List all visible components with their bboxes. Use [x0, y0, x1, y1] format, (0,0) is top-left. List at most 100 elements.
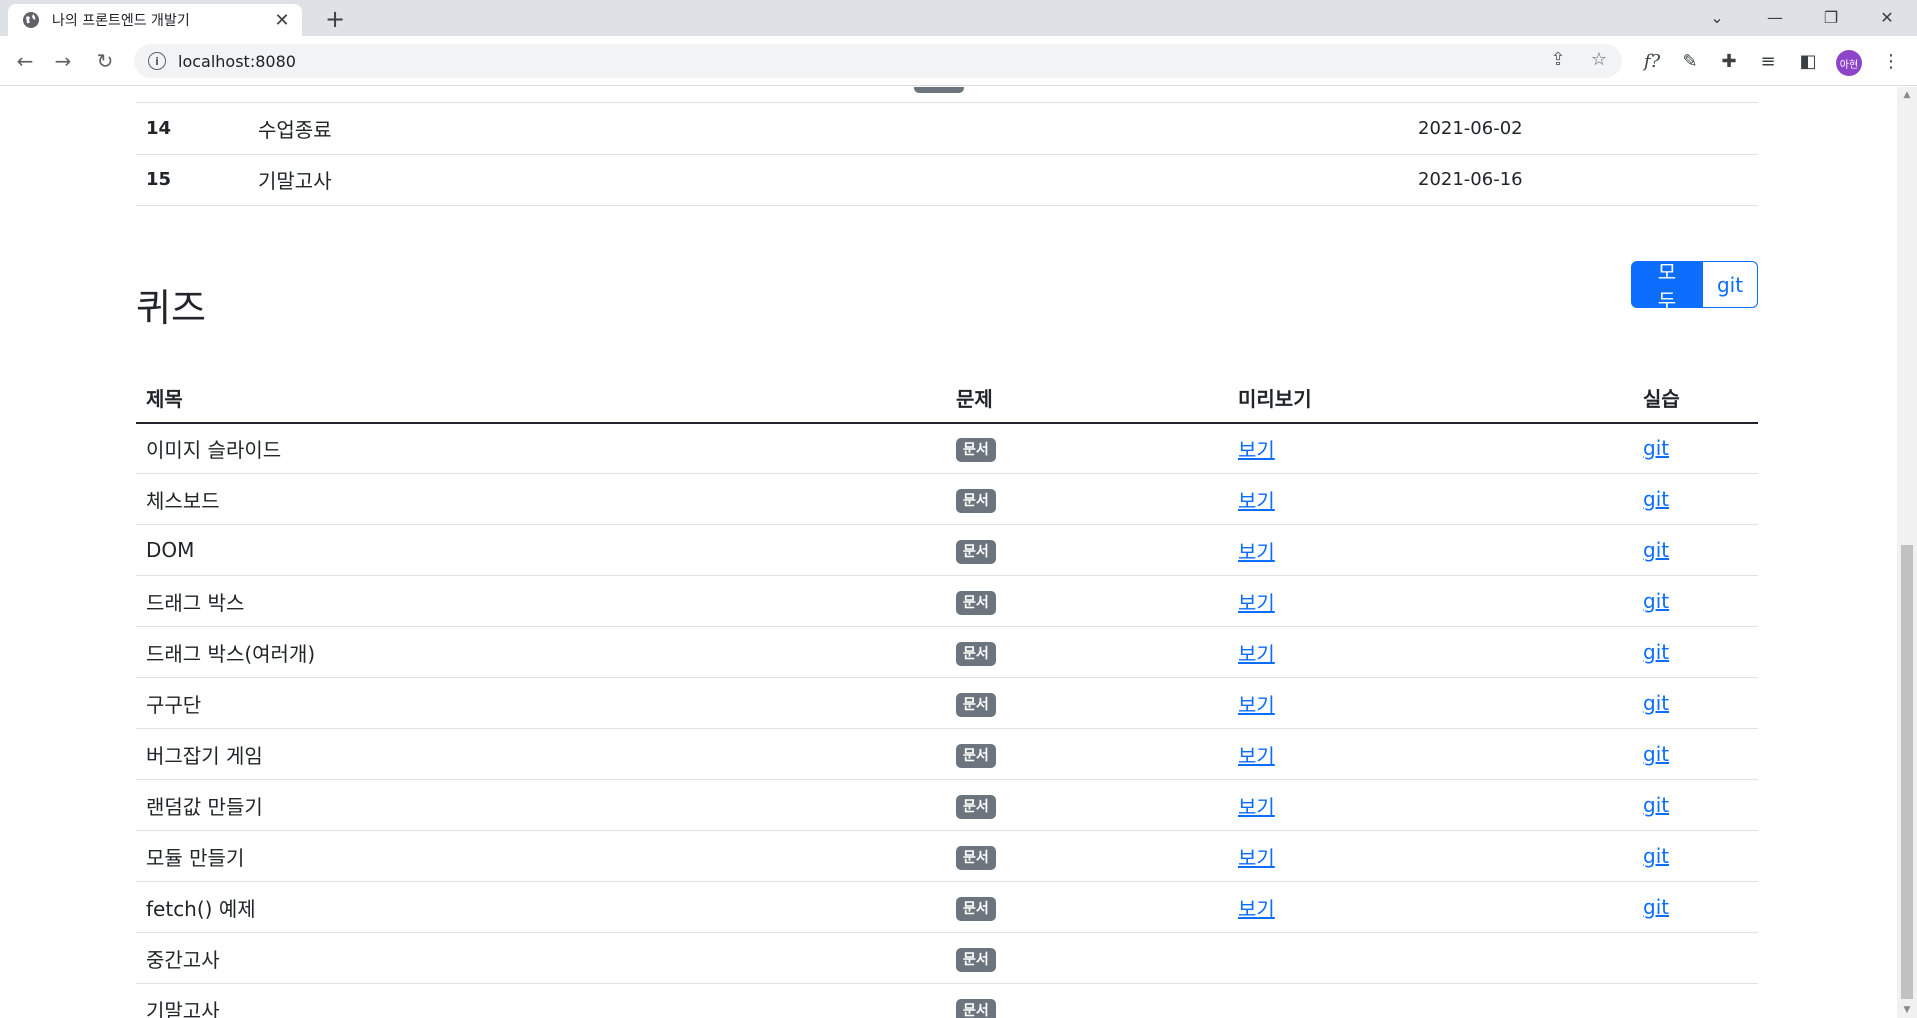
- quiz-title: 랜덤값 만들기: [146, 794, 263, 819]
- doc-badge[interactable]: 문서: [956, 539, 996, 564]
- schedule-row-partial: [136, 87, 1758, 103]
- git-link[interactable]: git: [1643, 487, 1669, 511]
- minimize-icon[interactable]: —: [1746, 0, 1804, 34]
- git-link[interactable]: git: [1643, 691, 1669, 715]
- preview-link[interactable]: 보기: [1238, 642, 1275, 666]
- quiz-filter-group: 모두 git: [1631, 260, 1758, 313]
- preview-link[interactable]: 보기: [1238, 744, 1275, 768]
- doc-badge[interactable]: 문서: [956, 998, 996, 1018]
- doc-badge[interactable]: 문서: [956, 692, 996, 717]
- forward-icon[interactable]: →: [50, 48, 76, 74]
- globe-icon: [22, 11, 40, 29]
- preview-link[interactable]: 보기: [1238, 489, 1275, 513]
- quiz-row: 체스보드 문서 보기 git: [136, 474, 1758, 525]
- address-bar[interactable]: i localhost:8080: [134, 44, 1622, 78]
- doc-badge[interactable]: 문서: [956, 947, 996, 972]
- quiz-title: 기말고사: [146, 998, 220, 1018]
- quiz-title: 모듈 만들기: [146, 845, 245, 870]
- doc-badge[interactable]: 문서: [956, 794, 996, 819]
- quiz-section-title: 퀴즈: [136, 285, 206, 330]
- quiz-section-header: 퀴즈: [136, 206, 1758, 356]
- content-container: 14 수업종료 2021-06-02 15 기말고사 2021-06-16 퀴즈 모두 g…: [136, 87, 1758, 1018]
- share-icon[interactable]: ⇪: [1543, 44, 1573, 74]
- quiz-row: DOM 문서 보기 git: [136, 525, 1758, 576]
- close-window-icon[interactable]: ✕: [1858, 0, 1916, 34]
- git-link[interactable]: git: [1643, 589, 1669, 613]
- git-link[interactable]: git: [1643, 640, 1669, 664]
- git-empty: [1633, 933, 1758, 984]
- git-link[interactable]: git: [1643, 436, 1669, 460]
- header-practice: 실습: [1633, 373, 1758, 424]
- quiz-row: 구구단 문서 보기 git: [136, 678, 1758, 729]
- schedule-table: 14 수업종료 2021-06-02 15 기말고사 2021-06-16: [136, 103, 1758, 206]
- browser-tab[interactable]: 나의 프론트엔드 개발기 ✕: [8, 4, 302, 36]
- site-info-icon[interactable]: i: [148, 52, 166, 70]
- profile-avatar[interactable]: 아현: [1836, 50, 1862, 76]
- preview-link[interactable]: 보기: [1238, 846, 1275, 870]
- doc-badge[interactable]: 문서: [956, 488, 996, 513]
- page-viewport: 14 수업종료 2021-06-02 15 기말고사 2021-06-16 퀴즈 모두 g…: [0, 87, 1897, 1018]
- doc-badge[interactable]: 문서: [956, 641, 996, 666]
- url-text: localhost:8080: [178, 51, 296, 71]
- git-link[interactable]: git: [1643, 895, 1669, 919]
- preview-link[interactable]: 보기: [1238, 897, 1275, 921]
- back-icon[interactable]: ←: [12, 48, 38, 74]
- quiz-table-header: 제목 문제 미리보기 실습: [136, 373, 1758, 424]
- font-extension-icon[interactable]: f?: [1637, 46, 1667, 76]
- quiz-row: 이미지 슬라이드 문서 보기 git: [136, 423, 1758, 474]
- schedule-row: 14 수업종료 2021-06-02: [136, 103, 1758, 154]
- filter-all-button[interactable]: 모두: [1631, 260, 1703, 313]
- preview-link[interactable]: 보기: [1238, 438, 1275, 462]
- close-tab-icon[interactable]: ✕: [272, 10, 292, 31]
- quiz-row: 랜덤값 만들기 문서 보기 git: [136, 780, 1758, 831]
- reload-icon[interactable]: ↻: [92, 48, 118, 74]
- restore-icon[interactable]: ❐: [1802, 0, 1860, 34]
- quiz-row: 모듈 만들기 문서 보기 git: [136, 831, 1758, 882]
- header-preview: 미리보기: [1228, 373, 1633, 424]
- scrollbar-thumb[interactable]: [1901, 545, 1913, 999]
- git-link[interactable]: git: [1643, 742, 1669, 766]
- filter-git-button[interactable]: git: [1703, 261, 1758, 308]
- git-empty: [1633, 984, 1758, 1018]
- schedule-title: 수업종료: [258, 117, 332, 142]
- badge-partial: [914, 87, 964, 93]
- preview-link[interactable]: 보기: [1238, 540, 1275, 564]
- doc-badge[interactable]: 문서: [956, 590, 996, 615]
- new-tab-icon[interactable]: +: [322, 5, 348, 33]
- extensions-icon[interactable]: ✚: [1714, 46, 1744, 76]
- quiz-row: 중간고사 문서: [136, 933, 1758, 984]
- preview-link[interactable]: 보기: [1238, 591, 1275, 615]
- git-link[interactable]: git: [1643, 793, 1669, 817]
- doc-badge[interactable]: 문서: [956, 743, 996, 768]
- tab-search-icon[interactable]: ⌄: [1688, 0, 1746, 34]
- quiz-title: 드래그 박스(여러개): [146, 641, 316, 666]
- schedule-number: 15: [146, 169, 172, 190]
- quiz-row: 버그잡기 게임 문서 보기 git: [136, 729, 1758, 780]
- eyedropper-icon[interactable]: ✎: [1675, 46, 1705, 76]
- side-panel-icon[interactable]: ◧: [1793, 46, 1823, 76]
- tab-bar: 나의 프론트엔드 개발기 ✕ + ⌄ — ❐ ✕: [0, 0, 1917, 36]
- schedule-number: 14: [146, 117, 172, 139]
- quiz-row: 드래그 박스(여러개) 문서 보기 git: [136, 627, 1758, 678]
- doc-badge[interactable]: 문서: [956, 896, 996, 921]
- quiz-title: 버그잡기 게임: [146, 743, 263, 768]
- preview-empty: [1228, 984, 1633, 1018]
- schedule-row: 15 기말고사 2021-06-16: [136, 154, 1758, 205]
- quiz-title: 구구단: [146, 692, 202, 717]
- scroll-up-icon[interactable]: ▲: [1897, 87, 1917, 103]
- preview-link[interactable]: 보기: [1238, 795, 1275, 819]
- menu-kebab-icon[interactable]: ⋮: [1876, 46, 1906, 76]
- vertical-scrollbar[interactable]: ▲ ▼: [1897, 87, 1917, 1018]
- bookmark-star-icon[interactable]: ☆: [1584, 44, 1614, 74]
- doc-badge[interactable]: 문서: [956, 845, 996, 870]
- schedule-title: 기말고사: [258, 169, 332, 193]
- media-queue-icon[interactable]: ≡: [1753, 46, 1783, 76]
- browser-toolbar: ← → ↻ i localhost:8080 ⇪ ☆ f? ✎ ✚ ≡ ◧ 아현…: [0, 36, 1917, 86]
- git-link[interactable]: git: [1643, 538, 1669, 562]
- tab-title: 나의 프론트엔드 개발기: [52, 13, 190, 29]
- scroll-down-icon[interactable]: ▼: [1897, 1002, 1917, 1018]
- quiz-row: fetch() 예제 문서 보기 git: [136, 882, 1758, 933]
- doc-badge[interactable]: 문서: [956, 437, 996, 462]
- preview-link[interactable]: 보기: [1238, 693, 1275, 717]
- git-link[interactable]: git: [1643, 844, 1669, 868]
